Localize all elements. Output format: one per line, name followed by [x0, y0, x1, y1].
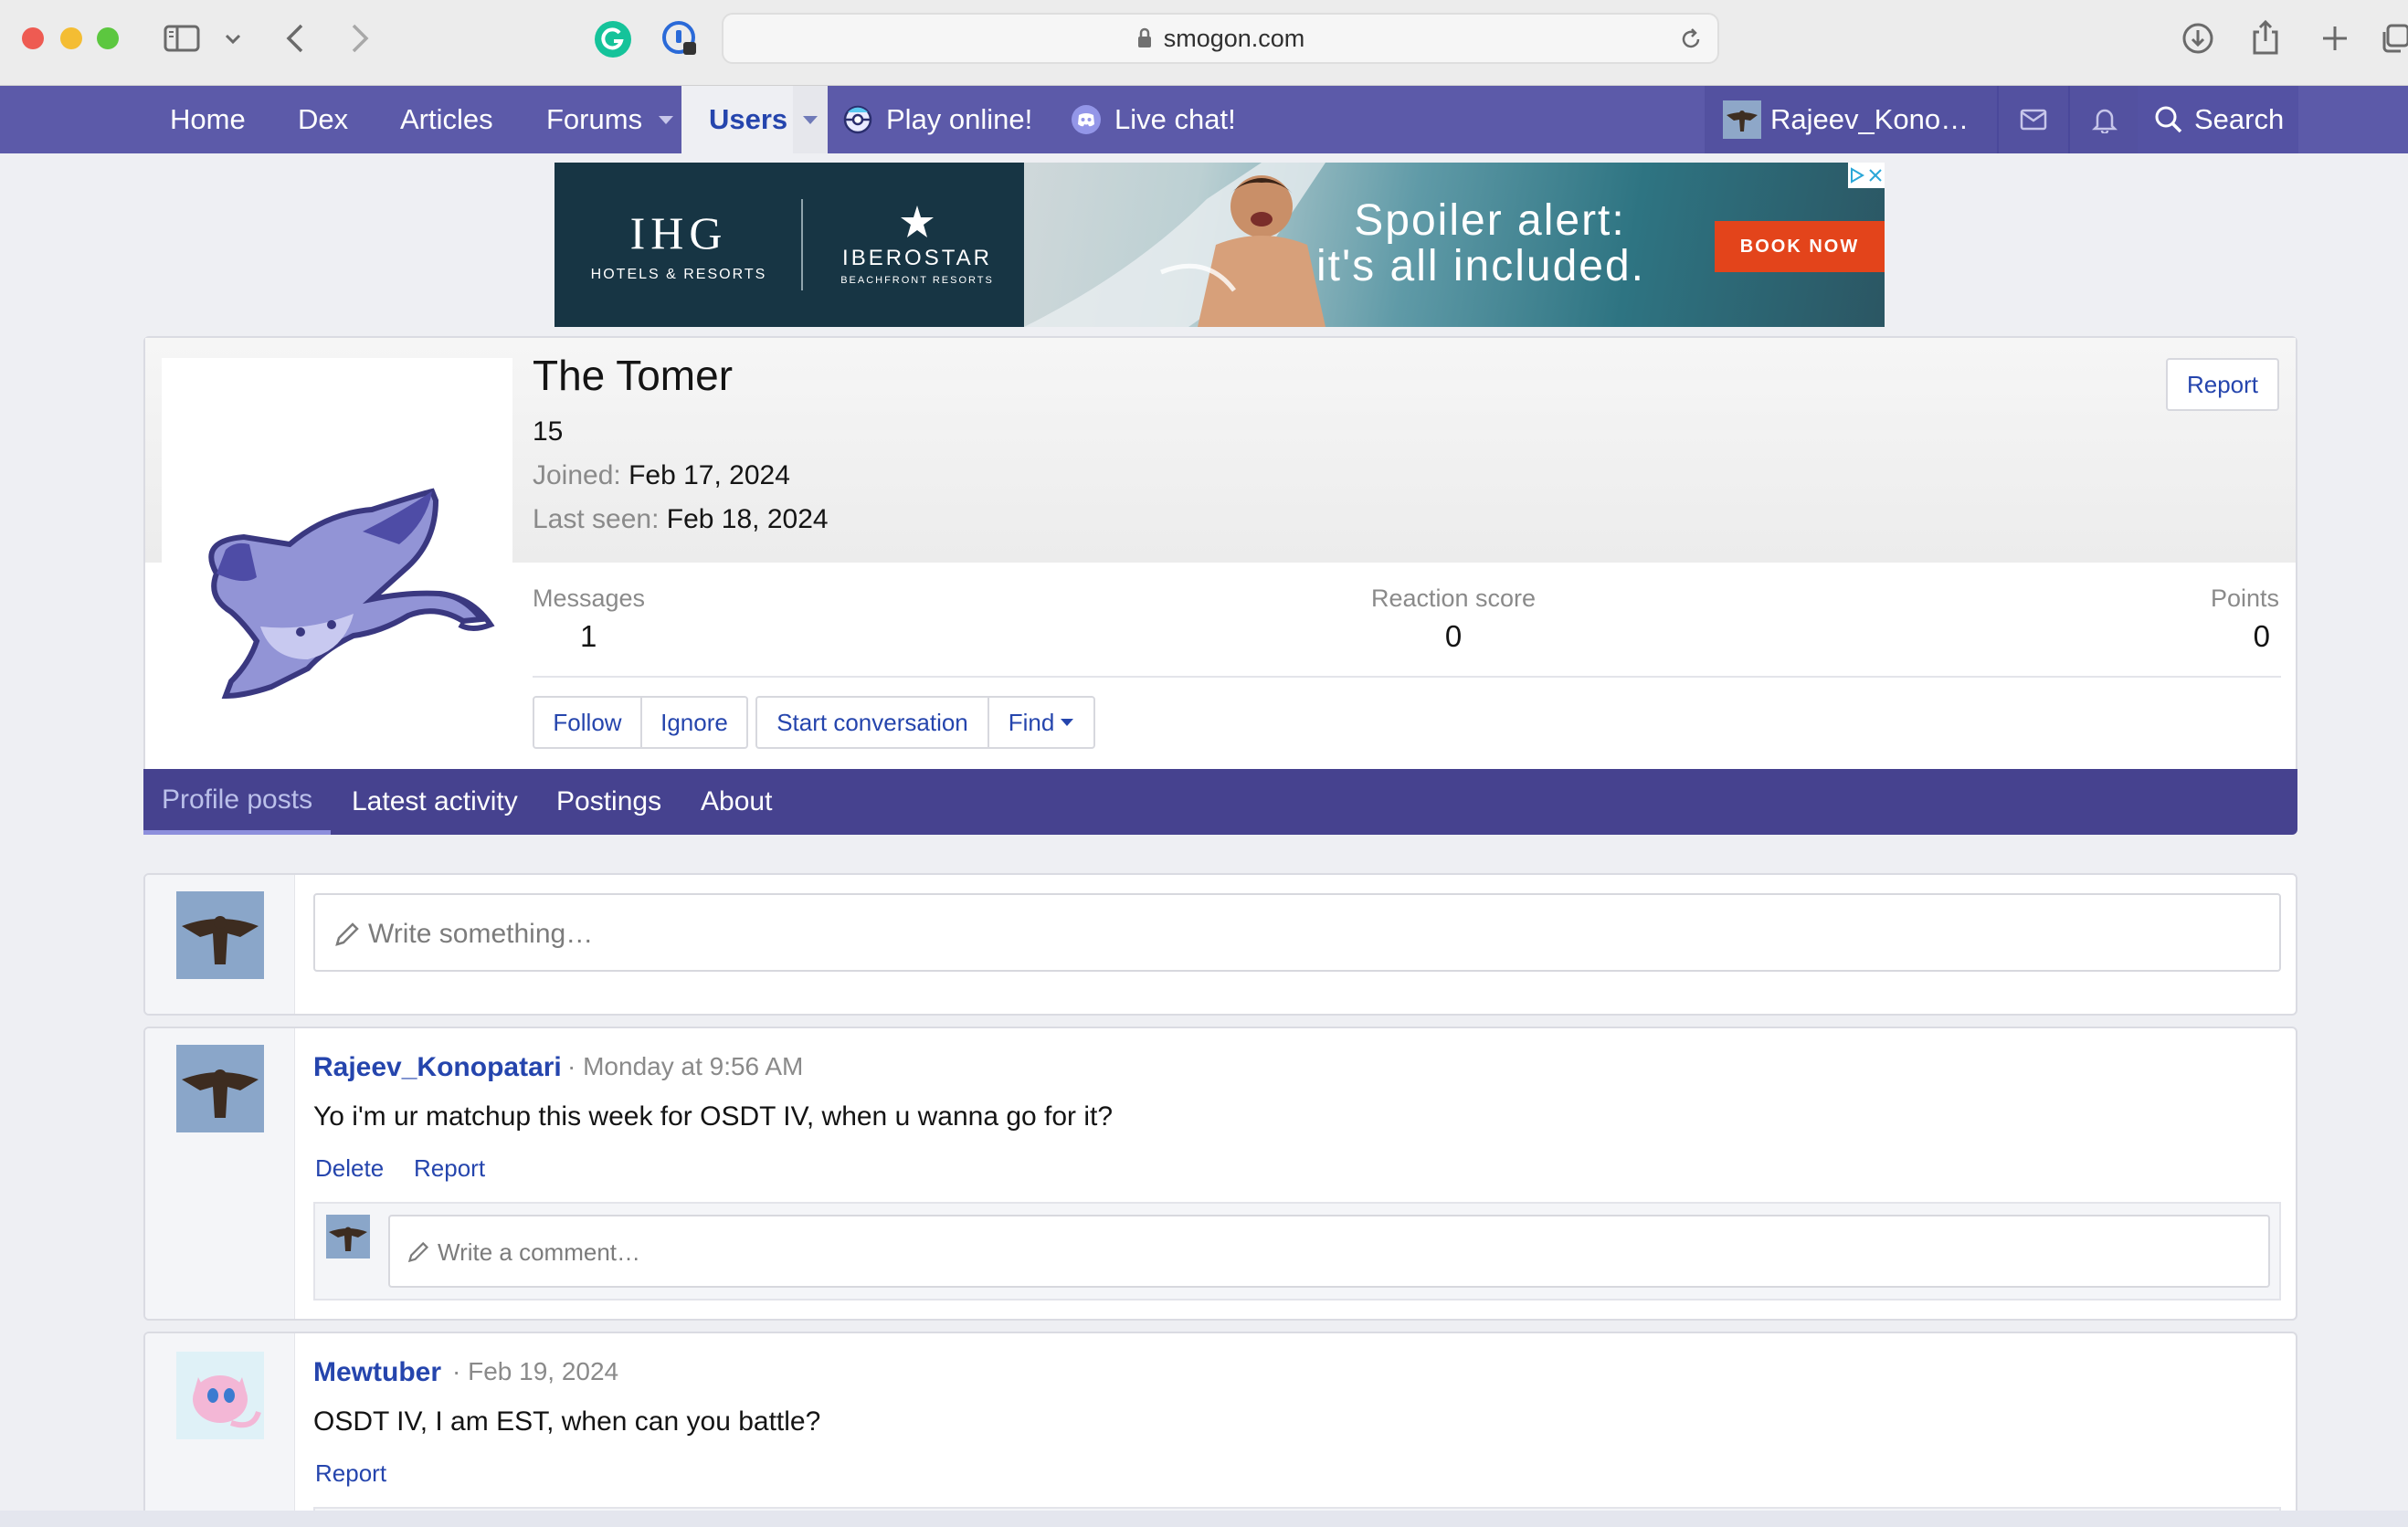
profile-post: Mewtuber · Feb 19, 2024 OSDT IV, I am ES… [143, 1332, 2297, 1527]
tab-overview-icon[interactable] [2381, 20, 2408, 57]
reaction-score-label: Reaction score [1370, 584, 1537, 612]
report-profile-button[interactable]: Report [2166, 358, 2279, 411]
stats-divider [533, 676, 2281, 678]
ad-headline-2: it's all included. [1316, 242, 1645, 290]
reaction-score-value: 0 [1444, 619, 1463, 653]
browser-toolbar: smogon.com [0, 0, 2408, 86]
share-icon[interactable] [2247, 16, 2284, 58]
comment-area: Write a comment… [313, 1202, 2281, 1301]
follow-button[interactable]: Follow [533, 696, 642, 749]
post-author-avatar[interactable] [176, 1045, 264, 1132]
write-something-input[interactable]: Write something… [313, 893, 2281, 972]
reload-icon[interactable] [1677, 26, 1705, 53]
lock-icon [1137, 27, 1151, 47]
notifications-bell-icon[interactable] [2070, 86, 2139, 153]
profile-username: The Tomer [533, 352, 734, 399]
password-extension-icon[interactable] [661, 20, 700, 58]
nav-home[interactable]: Home [170, 86, 246, 153]
pencil-icon [335, 922, 359, 946]
post-body: OSDT IV, I am EST, when can you battle? [313, 1406, 821, 1437]
pokeball-icon [843, 105, 872, 134]
nav-dex[interactable]: Dex [298, 86, 348, 153]
ad-headline-1: Spoiler alert: [1354, 196, 1626, 245]
find-dropdown-icon [1061, 719, 1074, 726]
profile-card: The Tomer 15 Joined: Feb 17, 2024 Last s… [143, 336, 2297, 835]
discord-icon [1072, 105, 1101, 134]
pencil-icon [407, 1241, 429, 1263]
profile-post: Rajeev_Konopatari · Monday at 9:56 AM Yo… [143, 1027, 2297, 1321]
tab-postings[interactable]: Postings [538, 769, 680, 835]
url-text: smogon.com [1163, 24, 1305, 52]
forums-dropdown-icon[interactable] [650, 86, 681, 153]
search-button[interactable]: Search [2138, 86, 2298, 153]
tab-profile-posts[interactable]: Profile posts [143, 769, 332, 835]
sidebar-toggle-icon[interactable] [161, 20, 203, 57]
points-value[interactable]: 0 [2133, 619, 2270, 654]
page-bottom-edge [0, 1511, 2408, 1527]
back-icon[interactable] [279, 20, 312, 57]
forward-icon[interactable] [343, 20, 376, 57]
tab-about[interactable]: About [682, 769, 790, 835]
find-button[interactable]: Find [987, 696, 1095, 749]
write-comment-input[interactable]: Write a comment… [388, 1215, 2270, 1288]
tab-latest-activity[interactable]: Latest activity [333, 769, 536, 835]
site-navigation: Home Dex Articles Forums Users Play onli… [0, 86, 2408, 153]
ad-book-now-button[interactable]: BOOK NOW [1715, 221, 1885, 272]
ad-close-icon[interactable] [1868, 168, 1883, 183]
address-bar[interactable]: smogon.com [722, 13, 1719, 64]
account-avatar [1723, 100, 1761, 139]
profile-tabs: Profile posts Latest activity Postings A… [143, 769, 2297, 835]
ad-brand-iberostar: IBEROSTAR BEACHFRONT RESORTS [803, 163, 1031, 327]
users-dropdown-icon[interactable] [793, 86, 828, 153]
post-author-name[interactable]: Mewtuber [313, 1357, 441, 1388]
post-author-name[interactable]: Rajeev_Konopatari [313, 1052, 562, 1083]
ad-brand-ihg: IHG HOTELS & RESORTS [590, 207, 767, 282]
nav-play-online[interactable]: Play online! [842, 86, 1032, 153]
post-author-avatar[interactable] [176, 1352, 264, 1439]
grammarly-extension-icon[interactable] [594, 20, 632, 58]
star-logo-icon [901, 205, 934, 237]
inbox-icon[interactable] [1999, 86, 2068, 153]
profile-joined: Joined: Feb 17, 2024 [533, 460, 790, 490]
advertisement-banner[interactable]: IHG HOTELS & RESORTS IBEROSTAR BEACHFRON… [554, 163, 1885, 327]
nav-forums[interactable]: Forums [546, 86, 642, 153]
comment-avatar[interactable] [326, 1215, 370, 1258]
messages-label: Messages [533, 584, 646, 612]
post-timestamp[interactable]: · Monday at 9:56 AM [567, 1052, 803, 1081]
account-menu[interactable]: Rajeev_Kono… [1705, 86, 1997, 153]
ad-choices[interactable] [1848, 163, 1885, 188]
report-post-link[interactable]: Report [315, 1459, 386, 1488]
profile-user-title: 15 [533, 416, 564, 447]
chevron-down-icon[interactable] [219, 26, 247, 53]
zoom-window-button[interactable] [97, 27, 119, 49]
profile-post-composer: Write something… [143, 873, 2297, 1016]
close-window-button[interactable] [22, 27, 44, 49]
post-timestamp[interactable]: · Feb 19, 2024 [452, 1357, 618, 1386]
report-post-link[interactable]: Report [414, 1154, 485, 1183]
profile-last-seen: Last seen: Feb 18, 2024 [533, 504, 829, 534]
ad-choices-icon[interactable] [1850, 167, 1864, 184]
ignore-button[interactable]: Ignore [640, 696, 748, 749]
messages-value[interactable]: 1 [580, 619, 597, 654]
new-tab-icon[interactable] [2317, 18, 2353, 58]
profile-avatar[interactable] [162, 358, 512, 826]
minimize-window-button[interactable] [60, 27, 82, 49]
delete-post-link[interactable]: Delete [315, 1154, 384, 1183]
nav-articles[interactable]: Articles [400, 86, 493, 153]
ad-photo: Spoiler alert: it's all included. BOOK N… [1024, 163, 1885, 327]
composer-avatar[interactable] [176, 891, 264, 979]
nav-live-chat[interactable]: Live chat! [1071, 86, 1236, 153]
points-label: Points [2210, 584, 2279, 612]
downloads-icon[interactable] [2180, 18, 2216, 58]
search-icon [2155, 106, 2182, 133]
post-body: Yo i'm ur matchup this week for OSDT IV,… [313, 1101, 1114, 1132]
start-conversation-button[interactable]: Start conversation [755, 696, 989, 749]
